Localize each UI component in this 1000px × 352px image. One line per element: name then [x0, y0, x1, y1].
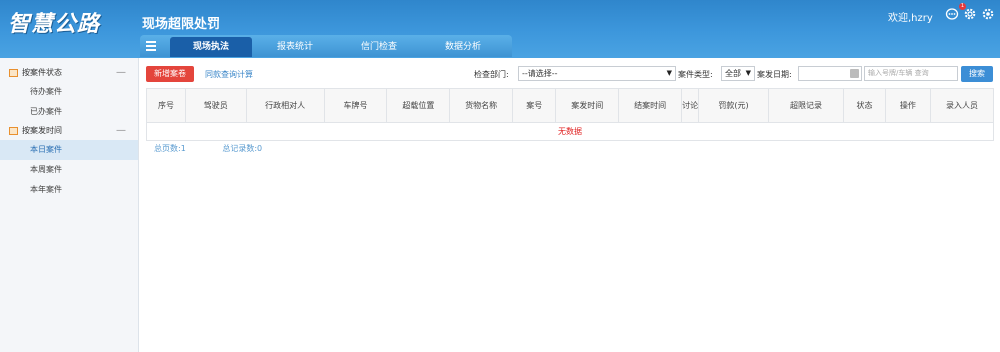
col-header[interactable]: 罚款(元)	[698, 88, 769, 123]
menu-toggle-icon[interactable]	[146, 41, 158, 51]
tab-letter-inspection[interactable]: 信门检查	[338, 37, 420, 57]
col-header[interactable]: 状态	[843, 88, 886, 123]
folder-icon	[9, 127, 18, 135]
col-header[interactable]: 录入人员	[930, 88, 994, 123]
pager: 总页数:1 总记录数:0	[154, 143, 296, 154]
gear-icon[interactable]	[963, 7, 977, 21]
empty-message: 无数据	[146, 122, 994, 141]
chevron-down-icon: ▼	[666, 69, 672, 77]
sidebar-group-label: 按案发时间	[22, 126, 62, 135]
collapse-icon[interactable]: —	[116, 64, 126, 82]
total-records: 总记录数:0	[222, 144, 263, 153]
col-header[interactable]: 案发时间	[555, 88, 620, 123]
new-case-button[interactable]: 新增案卷	[146, 66, 194, 82]
sidebar-item-year[interactable]: 本年案件	[0, 180, 138, 200]
sidebar-group-label: 按案件状态	[22, 68, 62, 77]
table-header-row: 序号 驾驶员 行政相对人 车牌号 超载位置 货物名称 案号 案发时间 结案时间 …	[146, 88, 994, 123]
main-tabbar: 现场执法 报表统计 信门检查 数据分析	[140, 35, 512, 57]
tab-field-enforcement[interactable]: 现场执法	[170, 37, 252, 57]
col-header[interactable]: 行政相对人	[245, 88, 325, 123]
tab-report-stats[interactable]: 报表统计	[254, 37, 336, 57]
col-header[interactable]: 超载位置	[386, 88, 451, 123]
col-header[interactable]: 操作	[884, 88, 932, 123]
col-header[interactable]: 车牌号	[323, 88, 388, 123]
dept-label: 检查部门:	[474, 70, 509, 79]
table-row: 无数据	[146, 122, 994, 141]
case-table: 序号 驾驶员 行政相对人 车牌号 超载位置 货物名称 案号 案发时间 结案时间 …	[146, 88, 994, 141]
dept-select[interactable]: --请选择-- ▼	[518, 66, 676, 81]
calendar-icon[interactable]	[850, 69, 859, 78]
sidebar-item-done[interactable]: 已办案件	[0, 102, 138, 122]
col-header[interactable]: 货物名称	[449, 88, 514, 123]
date-label: 案发日期:	[757, 70, 792, 79]
settings-icon[interactable]	[981, 7, 995, 21]
app-logo: 智慧公路	[8, 11, 101, 37]
sidebar-group-status[interactable]: 按案件状态 —	[0, 64, 138, 82]
message-icon[interactable]	[945, 7, 959, 21]
col-header[interactable]: 案号	[512, 88, 557, 123]
col-header[interactable]: 超限记录	[767, 88, 845, 123]
sidebar-item-today[interactable]: 本日案件	[0, 140, 138, 160]
welcome-user: 欢迎,hzry	[888, 13, 933, 24]
system-title: 现场超限处罚	[142, 17, 221, 32]
sync-query-link[interactable]: 同款查询计算	[205, 69, 253, 80]
type-select-value: 全部	[725, 69, 741, 78]
type-label: 案件类型:	[678, 70, 713, 79]
folder-icon	[9, 69, 18, 77]
sidebar-group-time[interactable]: 按案发时间 —	[0, 122, 138, 140]
col-header[interactable]: 结案时间	[618, 88, 682, 123]
app-header: 智慧公路 现场超限处罚 欢迎,hzry 1 现场执法 报表统计 信门检查 数据分…	[0, 0, 1000, 58]
search-button[interactable]: 搜索	[961, 66, 993, 82]
date-input[interactable]	[798, 66, 862, 81]
chevron-down-icon: ▼	[745, 69, 751, 77]
col-header[interactable]: 序号	[146, 88, 186, 123]
dept-select-value: --请选择--	[522, 69, 558, 78]
type-select[interactable]: 全部 ▼	[721, 66, 755, 81]
sidebar-item-week[interactable]: 本周案件	[0, 160, 138, 180]
col-header[interactable]: 驾驶员	[184, 88, 247, 123]
tab-data-analysis[interactable]: 数据分析	[422, 37, 504, 57]
collapse-icon[interactable]: —	[116, 122, 126, 140]
search-input[interactable]: 输入号牌/车辆 查询	[864, 66, 958, 81]
sidebar: 按案件状态 — 待办案件 已办案件 按案发时间 — 本日案件 本周案件 本年案件	[0, 58, 139, 352]
total-pages: 总页数:1	[154, 144, 186, 153]
sidebar-item-pending[interactable]: 待办案件	[0, 82, 138, 102]
col-header[interactable]: 讨论	[680, 88, 700, 123]
